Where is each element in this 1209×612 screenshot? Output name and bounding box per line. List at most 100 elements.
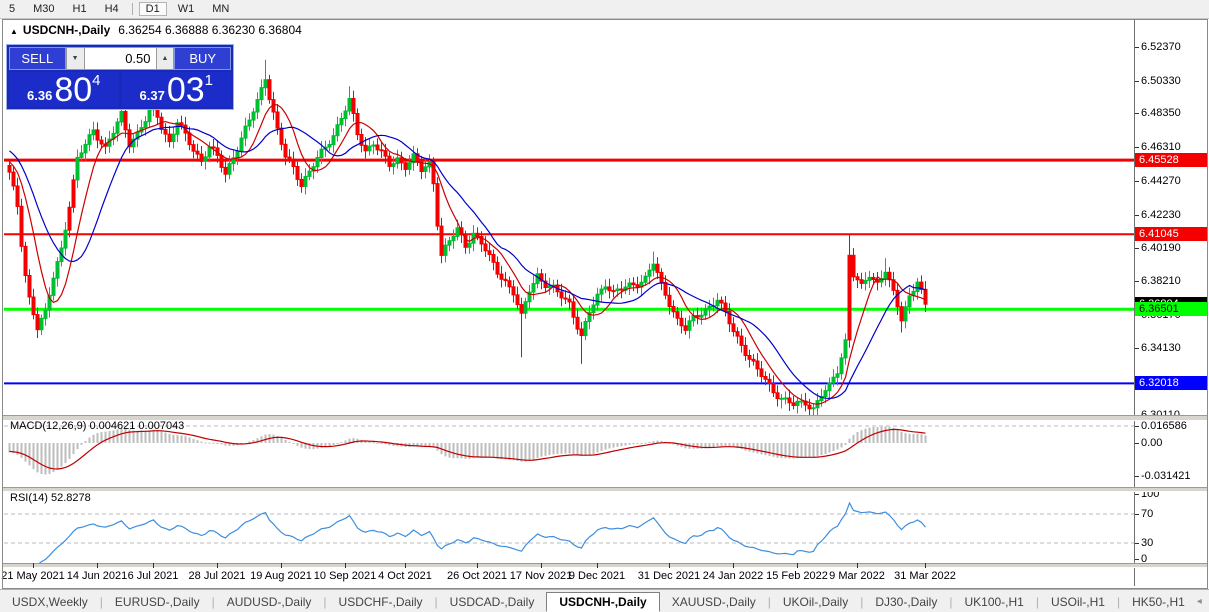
chart-tab-usoil-h1[interactable]: USOil-,H1 (1039, 593, 1117, 611)
macd-histogram (9, 427, 927, 475)
level-price-label: 6.41045 (1135, 227, 1207, 241)
date-tick (33, 563, 34, 568)
price-tick (1135, 181, 1139, 182)
price-tick-label: 6.50330 (1141, 75, 1181, 87)
timeframe-button-M30[interactable]: M30 (26, 2, 61, 16)
date-label: 17 Nov 2021 (510, 570, 572, 582)
toolbar-divider (132, 3, 133, 15)
sell-price-main: 80 (54, 74, 92, 107)
price-tick (1135, 81, 1139, 82)
mt4-terminal: 5M30H1H4D1W1MN ▲USDCNH-,Daily6.36254 6.3… (0, 0, 1209, 612)
price-tick (1135, 248, 1139, 249)
chart-tab-xauusd-daily[interactable]: XAUUSD-,Daily (660, 593, 768, 611)
chart-tab-usdcad-daily[interactable]: USDCAD-,Daily (438, 593, 547, 611)
timeframe-button-5[interactable]: 5 (2, 2, 22, 16)
chart-tab-dj30-daily[interactable]: DJ30-,Daily (863, 593, 949, 611)
date-label: 9 Mar 2022 (829, 570, 885, 582)
buy-price-main: 03 (167, 74, 205, 107)
price-tick (1135, 147, 1139, 148)
price-tick-label: 6.34130 (1141, 342, 1181, 354)
date-label: 15 Feb 2022 (766, 570, 828, 582)
price-tick-label: 6.44270 (1141, 175, 1181, 187)
date-tick (797, 563, 798, 568)
rsi-name: RSI(14) (10, 492, 48, 504)
rsi-tick (1135, 494, 1139, 495)
rsi-tick-label: 70 (1141, 508, 1153, 520)
sell-price-prefix: 6.36 (27, 88, 52, 103)
timeframe-button-H4[interactable]: H4 (98, 2, 126, 16)
panel-separator[interactable] (3, 563, 1207, 568)
date-label: 31 Dec 2021 (638, 570, 700, 582)
price-tick-label: 6.52370 (1141, 41, 1181, 53)
price-tick-label: 6.46310 (1141, 141, 1181, 153)
date-tick (477, 563, 478, 568)
sell-quote[interactable]: 6.36804 (9, 72, 119, 107)
price-tick (1135, 281, 1139, 282)
date-label: 31 Mar 2022 (894, 570, 956, 582)
buy-quote[interactable]: 6.37031 (122, 72, 232, 107)
chart-title: ▲USDCNH-,Daily6.36254 6.36888 6.36230 6.… (10, 23, 302, 37)
date-label: 24 Jan 2022 (703, 570, 764, 582)
buy-button[interactable]: BUY (174, 47, 231, 70)
tab-scroll-left-icon[interactable]: ◂ (1197, 596, 1202, 607)
date-label: 9 Dec 2021 (569, 570, 625, 582)
date-tick (405, 563, 406, 568)
price-tick-label: 6.40190 (1141, 242, 1181, 254)
chart-tab-usdx-weekly[interactable]: USDX,Weekly (0, 593, 100, 611)
one-click-trade-panel: SELL ▼ ▲ BUY 6.36804 6.37031 (6, 44, 234, 110)
panel-separator[interactable] (3, 487, 1207, 492)
collapse-arrow-icon[interactable]: ▲ (10, 27, 18, 36)
ma-slow-line[interactable] (10, 126, 926, 398)
macd-tick (1135, 443, 1139, 444)
level-price-label: 6.36501 (1135, 302, 1207, 316)
macd-signal-line[interactable] (10, 429, 926, 469)
date-tick (857, 563, 858, 568)
chart-tab-usdcnh-daily[interactable]: USDCNH-,Daily (546, 592, 659, 612)
date-label: 19 Aug 2021 (250, 570, 312, 582)
date-tick (597, 563, 598, 568)
macd-tick-label: -0.031421 (1141, 470, 1191, 482)
chart-tab-audusd-daily[interactable]: AUDUSD-,Daily (215, 593, 324, 611)
ma-fast-line[interactable] (10, 105, 926, 405)
chart-tab-hk50-h1[interactable]: HK50-,H1 (1120, 593, 1197, 611)
chart-tab-bar: USDX,Weekly|EURUSD-,Daily|AUDUSD-,Daily|… (0, 589, 1209, 612)
macd-name: MACD(12,26,9) (10, 420, 86, 432)
sell-price-pip: 4 (92, 73, 100, 88)
date-label: 26 Oct 2021 (447, 570, 507, 582)
timeframe-button-D1[interactable]: D1 (139, 2, 167, 16)
price-tick (1135, 113, 1139, 114)
buy-price-prefix: 6.37 (140, 88, 165, 103)
date-tick (217, 563, 218, 568)
macd-tick (1135, 476, 1139, 477)
date-tick (733, 563, 734, 568)
date-label: 6 Jul 2021 (128, 570, 179, 582)
volume-input[interactable] (85, 47, 156, 70)
date-tick (669, 563, 670, 568)
rsi-line[interactable] (10, 503, 926, 563)
ohlc-values: 6.36254 6.36888 6.36230 6.36804 (118, 23, 302, 37)
timeframe-button-H1[interactable]: H1 (66, 2, 94, 16)
macd-tick-label: 0.016586 (1141, 420, 1187, 432)
date-label: 28 Jul 2021 (189, 570, 246, 582)
volume-decrease-button[interactable]: ▼ (66, 47, 85, 70)
tab-scroll-arrows: ◂▸ (1197, 596, 1209, 607)
chart-tab-eurusd-daily[interactable]: EURUSD-,Daily (103, 593, 212, 611)
date-label: 21 May 2021 (1, 570, 65, 582)
timeframe-button-MN[interactable]: MN (205, 2, 236, 16)
chart-tab-ukoil-daily[interactable]: UKOil-,Daily (771, 593, 860, 611)
macd-tick-label: 0.00 (1141, 437, 1162, 449)
date-tick (97, 563, 98, 568)
volume-increase-button[interactable]: ▲ (156, 47, 175, 70)
date-label: 14 Jun 2021 (67, 570, 128, 582)
rsi-value: 52.8278 (51, 492, 91, 504)
price-tick-label: 6.48350 (1141, 107, 1181, 119)
chart-tab-usdchf-daily[interactable]: USDCHF-,Daily (327, 593, 435, 611)
chart-tab-uk100-h1[interactable]: UK100-,H1 (952, 593, 1035, 611)
date-tick (345, 563, 346, 568)
sell-button[interactable]: SELL (9, 47, 66, 70)
rsi-panel (4, 490, 1134, 563)
date-tick (281, 563, 282, 568)
price-tick (1135, 215, 1139, 216)
date-tick (925, 563, 926, 568)
timeframe-button-W1[interactable]: W1 (171, 2, 202, 16)
